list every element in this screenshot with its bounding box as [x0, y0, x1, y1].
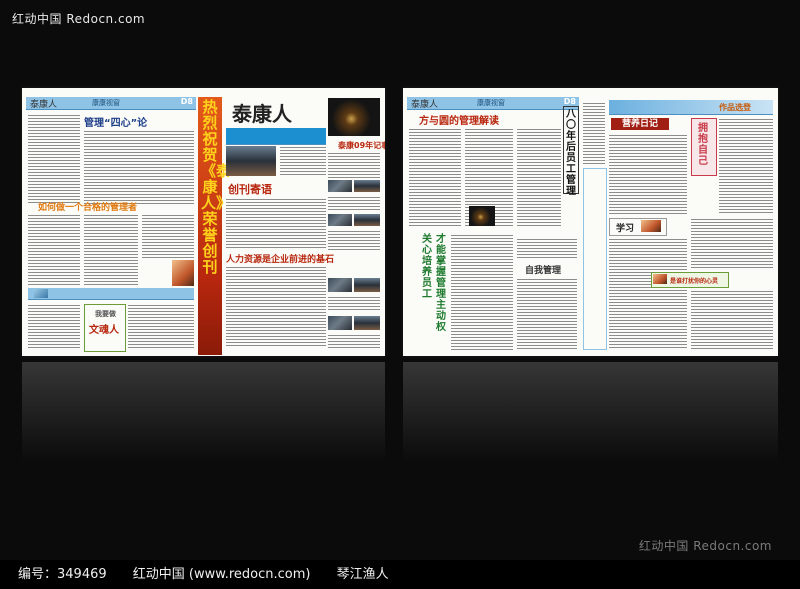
headline-hug-yourself: 拥抱自己 [698, 123, 708, 167]
text-column [451, 234, 513, 350]
text-column [328, 230, 380, 250]
post80-title-box: 八〇年后员工管理 [563, 106, 579, 197]
headline-qualified-manager: 如何做一个合格的管理者 [38, 203, 138, 213]
text-column [609, 238, 687, 350]
front-masthead: 泰康人 [232, 102, 292, 126]
text-column [328, 296, 380, 312]
works-header: 作品选登 [609, 100, 773, 115]
text-column [280, 146, 326, 176]
footer-bar: 编号：349469 红动中国 (www.redocn.com) 琴江渔人 [0, 560, 800, 589]
event-photo [354, 214, 380, 226]
headline-post80: 八〇年后员工管理 [566, 109, 576, 197]
watermark-bottom-right: 红动中国 Redocn.com [638, 539, 772, 553]
text-column [517, 278, 577, 350]
vertical-slogan-2: 才能掌握管理主动权 [436, 234, 446, 333]
headline-study: 学习 [616, 224, 635, 234]
event-photo [354, 180, 380, 192]
text-column [226, 266, 326, 346]
footer-id: 编号：349469 [18, 567, 107, 582]
team-photo [226, 146, 276, 176]
vertical-slogan-1: 关心培养员工 [422, 234, 432, 300]
event-photo [328, 316, 352, 330]
right-spread-reflection [403, 362, 778, 462]
text-column [328, 334, 380, 348]
heart-photo [653, 274, 667, 284]
text-column [409, 128, 461, 228]
side-column-box [583, 168, 607, 350]
text-column [28, 214, 80, 286]
works-section-label: 作品选登 [719, 103, 751, 112]
text-column [226, 198, 326, 248]
ornament-image [469, 206, 495, 226]
right-spread: 泰康人 康康视窗 D8 方与圆的管理解读 八〇年后员工管理 关心培养员工 才能掌… [403, 88, 778, 356]
right-masthead: 泰康人 [411, 100, 439, 110]
front-info-bar [226, 128, 326, 145]
hug-yourself-box: 拥抱自己 [691, 118, 717, 176]
footer-author: 琴江渔人 [336, 567, 389, 582]
inner-page-header: 泰康人 康康视窗 D8 [26, 97, 196, 110]
text-column [328, 196, 380, 212]
text-column [28, 114, 80, 204]
right-left-page-header: 泰康人 康康视窗 D8 [407, 97, 579, 110]
footer-site[interactable]: 红动中国 (www.redocn.com) [133, 567, 311, 582]
text-column [719, 118, 773, 214]
headline-2009-record: 泰康09年记事录 [338, 141, 385, 150]
text-column [128, 304, 194, 350]
headline-hr-foundation: 人力资源是企业前进的基石 [226, 255, 335, 265]
congratulation-text: 热烈祝贺《泰康人》荣誉创刊 [201, 98, 232, 276]
text-column [517, 128, 561, 228]
text-column [84, 214, 138, 286]
text-column [84, 130, 194, 204]
sidebar-label: 我要做 [95, 310, 116, 318]
headline-nutrition-diary: 营养日记 [611, 118, 669, 130]
event-photo [328, 214, 352, 226]
right-section-label: 康康视窗 [477, 99, 505, 107]
watermark-top-left: 红动中国 Redocn.com [12, 12, 146, 26]
left-spread: 泰康人 康康视窗 D8 管理“四心”论 如何做一个合格的管理者 我要做 文魂人 … [22, 88, 385, 356]
text-column [517, 238, 577, 260]
sidebar-box: 我要做 文魂人 [84, 304, 126, 352]
sidebar-title: 文魂人 [89, 325, 119, 336]
event-photo [328, 278, 352, 292]
inner-section-label: 康康视窗 [92, 99, 120, 107]
study-photo [641, 220, 661, 232]
headline-self-management: 自我管理 [525, 266, 562, 276]
event-photo [328, 180, 352, 192]
event-photo [354, 278, 380, 292]
inner-masthead: 泰康人 [30, 100, 58, 110]
text-column [328, 152, 380, 178]
headline-square-round: 方与圆的管理解读 [419, 116, 499, 127]
text-column [609, 134, 687, 214]
text-column [142, 214, 194, 259]
inner-bottom-banner [28, 288, 194, 300]
headline-founding-message: 创刊寄语 [228, 183, 272, 196]
left-spread-reflection [22, 362, 385, 462]
night-photo [328, 98, 380, 136]
headline-who-disturbs: 是谁打扰你的心灵 [670, 278, 719, 285]
text-column [691, 218, 773, 268]
event-photo [354, 316, 380, 330]
inner-page-number: D8 [180, 97, 193, 106]
headline-four-hearts: 管理“四心”论 [84, 118, 148, 129]
text-column [28, 304, 80, 350]
banner-photo [34, 289, 48, 298]
text-column [691, 290, 773, 350]
right-page-number: D8 [563, 97, 576, 106]
portrait-photo [172, 260, 194, 286]
congratulation-vertical-banner: 热烈祝贺《泰康人》荣誉创刊 [198, 97, 232, 355]
text-column [583, 102, 605, 164]
